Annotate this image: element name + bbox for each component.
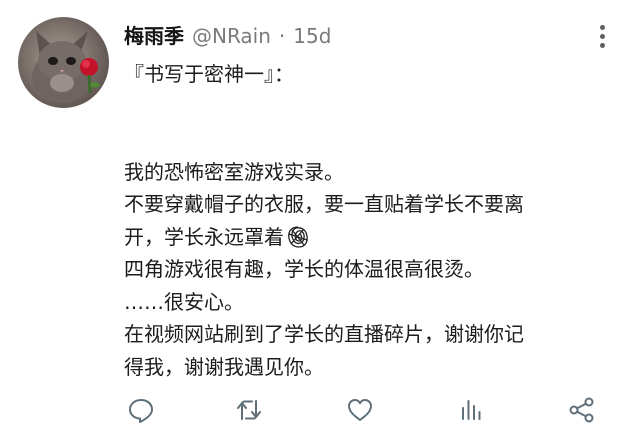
tweet-timestamp[interactable]: 15d [293, 22, 331, 50]
tweet-body: 『书写于密神一』： 我的恐怖密室游戏实录。 不要穿戴帽子的衣服，要一直贴着学长不… [124, 58, 624, 383]
reply-button[interactable] [123, 392, 159, 428]
share-button[interactable] [564, 392, 600, 428]
like-button[interactable] [342, 392, 378, 428]
scribble-redaction-icon [288, 225, 308, 248]
tweet-line-text: 开，学长永远罩着 [124, 224, 284, 249]
avatar[interactable] [18, 17, 109, 108]
tweet-header: 梅雨季 @NRain · 15d [124, 22, 331, 50]
retweet-button[interactable] [231, 392, 267, 428]
tweet-line: 我的恐怖密室游戏实录。 [124, 159, 344, 184]
tweet-line: 『书写于密神一』： [124, 62, 294, 86]
analytics-icon [462, 400, 481, 420]
tweet-line: 不要穿戴帽子的衣服，要一直贴着学长不要离 [124, 192, 524, 216]
more-vertical-icon [599, 24, 605, 30]
reply-icon [129, 399, 153, 423]
tweet-line: ……很安心。 [124, 289, 244, 314]
cat-avatar-image [32, 31, 100, 103]
more-options-button[interactable] [594, 22, 610, 50]
tweet-actions [0, 392, 640, 428]
meta-separator: · [278, 24, 286, 48]
tweet-line-with-scribble: 开，学长永远罩着 [124, 221, 624, 254]
analytics-button[interactable] [453, 392, 489, 428]
author-handle[interactable]: @NRain [192, 22, 271, 50]
author-name[interactable]: 梅雨季 [124, 22, 184, 50]
tweet-line: 得我，谢谢我遇见你。 [124, 354, 324, 379]
tweet-line: 四角游戏很有趣，学长的体温很高很烫。 [124, 257, 484, 281]
share-icon [569, 397, 594, 423]
tweet-line: 在视频网站刷到了学长的直播碎片，谢谢你记 [124, 322, 524, 346]
retweet-icon [237, 400, 261, 420]
heart-icon [348, 399, 372, 421]
